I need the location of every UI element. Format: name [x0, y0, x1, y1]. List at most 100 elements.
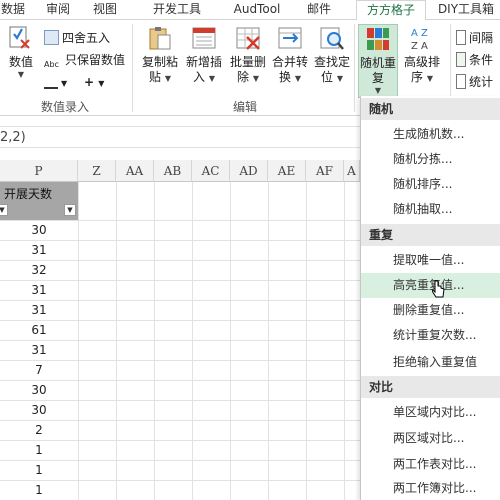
- group-label-edit: 编辑: [232, 100, 257, 114]
- cell-value[interactable]: 31: [0, 300, 78, 320]
- merge-icon: [278, 27, 302, 49]
- column-header-p[interactable]: P: [0, 160, 78, 182]
- menu-item-delete-duplicates[interactable]: 删除重复值...: [361, 298, 500, 323]
- interval-button[interactable]: 间隔: [456, 28, 493, 48]
- header-cell-label: 开展天数: [4, 187, 53, 201]
- insert-button[interactable]: 新增插 入 ▼: [184, 24, 224, 86]
- merge-convert-button[interactable]: 合并转 换 ▼: [270, 24, 310, 86]
- menu-item-two-range-compare[interactable]: 两区域对比...: [361, 426, 500, 451]
- chevron-down-icon: ▼: [61, 79, 68, 88]
- cell-value[interactable]: 32: [0, 260, 78, 280]
- grid-line: [192, 182, 193, 500]
- grid-line: [306, 182, 307, 500]
- menu-item-random-draw[interactable]: 随机抽取...: [361, 197, 500, 222]
- formula-text: 2,2): [0, 130, 26, 145]
- interval-label: 间隔: [469, 31, 494, 45]
- copy-paste-label-2: 贴: [149, 70, 162, 84]
- find-locate-button[interactable]: 查找定 位 ▼: [312, 24, 352, 86]
- cell-value[interactable]: 1: [0, 480, 78, 500]
- cell-value[interactable]: 1: [0, 440, 78, 460]
- menu-item-reject-duplicates[interactable]: 拒绝输入重复值: [361, 350, 500, 375]
- interval-icon: [456, 30, 466, 45]
- tab-data[interactable]: 数据: [0, 0, 26, 20]
- chevron-down-icon: ▼: [252, 74, 259, 83]
- svg-text:Z A: Z A: [411, 41, 428, 52]
- formula-bar[interactable]: 2,2): [0, 126, 360, 148]
- menu-section-repeat: 重复: [361, 224, 500, 246]
- menu-item-random-sort[interactable]: 随机排序...: [361, 172, 500, 197]
- tab-diy-toolbox[interactable]: DIY工具箱: [432, 0, 500, 20]
- cell-value[interactable]: 30: [0, 220, 78, 240]
- chevron-down-icon: ▼: [98, 79, 105, 88]
- cell-value[interactable]: 7: [0, 360, 78, 380]
- column-header-ad[interactable]: AD: [230, 160, 268, 182]
- menu-item-random-split[interactable]: 随机分拣...: [361, 147, 500, 172]
- header-cell-duration[interactable]: 开展天数 ▼: [0, 182, 78, 220]
- chevron-down-icon: ▼: [374, 86, 382, 95]
- grid-line: [78, 182, 79, 500]
- column-header-ac[interactable]: AC: [192, 160, 230, 182]
- grid-line: [154, 182, 155, 500]
- menu-item-highlight-duplicates[interactable]: 高亮重复值...: [361, 273, 500, 298]
- menu-item-count-duplicates[interactable]: 统计重复次数...: [361, 323, 500, 348]
- condition-icon: [456, 52, 466, 67]
- random-repeat-label-2: 复: [371, 71, 384, 85]
- cell-value[interactable]: 31: [0, 340, 78, 360]
- chevron-down-icon: ▼: [336, 74, 343, 83]
- stats-button[interactable]: 统计: [456, 72, 493, 92]
- edit-pen-button[interactable]: ▼: [44, 72, 67, 92]
- tab-review[interactable]: 审阅: [40, 0, 76, 20]
- keep-value-button[interactable]: Abc 只保留数值: [44, 50, 125, 70]
- insert-rows-icon: [192, 27, 216, 49]
- grid-line: [344, 182, 345, 500]
- tab-view[interactable]: 视图: [88, 0, 122, 20]
- grid-line: [116, 182, 117, 500]
- tab-audtool[interactable]: AudTool: [226, 0, 288, 20]
- column-header-af[interactable]: AF: [306, 160, 344, 182]
- cell-value[interactable]: 30: [0, 380, 78, 400]
- copy-paste-button[interactable]: 复制粘 贴 ▼: [140, 24, 180, 86]
- filter-dropdown-icon[interactable]: ▼: [64, 204, 76, 216]
- condition-button[interactable]: 条件: [456, 50, 493, 70]
- cell-value[interactable]: 1: [0, 460, 78, 480]
- pen-icon: [44, 74, 58, 89]
- advanced-sort-button[interactable]: A Z Z A 高级排 序 ▼: [402, 24, 442, 86]
- plus-button[interactable]: + ▼: [84, 72, 104, 92]
- column-header-aa[interactable]: AA: [116, 160, 154, 182]
- menu-item-two-workbook-compare[interactable]: 两工作簿对比...: [361, 476, 500, 500]
- column-header-partial[interactable]: A: [344, 160, 360, 182]
- cell-value[interactable]: 2: [0, 420, 78, 440]
- advanced-sort-label-1: 高级排: [403, 55, 440, 69]
- tab-mail[interactable]: 邮件: [300, 0, 338, 20]
- column-header-z[interactable]: Z: [78, 160, 116, 182]
- tab-fangfanggezi[interactable]: 方方格子: [356, 0, 426, 21]
- keep-value-label: 只保留数值: [65, 53, 126, 67]
- cell-value[interactable]: 31: [0, 240, 78, 260]
- stats-label: 统计: [469, 75, 494, 89]
- menu-item-single-range-compare[interactable]: 单区域内对比...: [361, 400, 500, 425]
- batch-delete-label-2: 除: [237, 70, 250, 84]
- merge-label-1: 合并转: [271, 55, 308, 69]
- batch-delete-icon: [236, 27, 260, 50]
- menu-item-generate-random[interactable]: 生成随机数...: [361, 122, 500, 147]
- stats-icon: [456, 74, 466, 89]
- column-header-ae[interactable]: AE: [268, 160, 306, 182]
- insert-label-1: 新增插: [185, 55, 222, 69]
- menu-item-extract-unique[interactable]: 提取唯一值...: [361, 248, 500, 273]
- cell-value[interactable]: 31: [0, 280, 78, 300]
- filter-dropdown-icon[interactable]: ▼: [0, 204, 8, 216]
- insert-label-2: 入: [193, 70, 206, 84]
- ribbon-tabs: 数据 审阅 视图 开发工具 AudTool 邮件 方方格子 DIY工具箱: [0, 0, 500, 21]
- column-header-ab[interactable]: AB: [154, 160, 192, 182]
- batch-delete-button[interactable]: 批量删 除 ▼: [228, 24, 268, 86]
- cell-value[interactable]: 61: [0, 320, 78, 340]
- random-repeat-menu: 随机 生成随机数... 随机分拣... 随机排序... 随机抽取... 重复 提…: [360, 96, 500, 500]
- tab-developer[interactable]: 开发工具: [144, 0, 210, 20]
- round-button[interactable]: 四舍五入: [44, 28, 110, 48]
- number-button[interactable]: 数值 ▼: [4, 24, 38, 79]
- random-repeat-button[interactable]: 随机重 复 ▼: [358, 24, 398, 98]
- cell-value[interactable]: 30: [0, 400, 78, 420]
- menu-item-two-sheet-compare[interactable]: 两工作表对比...: [361, 452, 500, 477]
- plus-label: +: [84, 75, 95, 89]
- number-button-label: 数值: [8, 55, 33, 69]
